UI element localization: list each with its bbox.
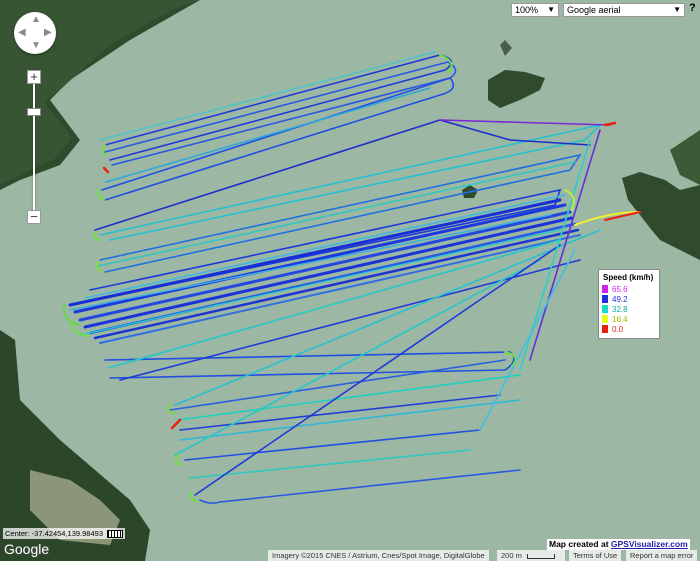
center-coordinates: Center: -37.42454,139.98493 — [3, 528, 126, 539]
zoom-out-button[interactable]: − — [27, 210, 41, 224]
zoom-slider-track[interactable] — [33, 70, 35, 220]
map-layer-select[interactable]: Google aerial ▼ — [563, 3, 685, 17]
chevron-down-icon: ▼ — [673, 5, 681, 14]
scale-bar: 200 m — [497, 550, 565, 561]
imagery-attribution: Imagery ©2015 CNES / Astrium, Cnes/Spot … — [268, 550, 489, 561]
aerial-map[interactable] — [0, 0, 700, 561]
gpsvisualizer-credit: Map created at GPSVisualizer.com — [547, 539, 690, 550]
opacity-select[interactable]: 100% ▼ — [511, 3, 559, 17]
legend-item: 32.8 — [599, 304, 659, 314]
pan-up-icon[interactable]: ▲ — [31, 15, 41, 25]
opacity-select-value: 100% — [515, 5, 539, 15]
gpsvisualizer-link[interactable]: GPSVisualizer.com — [611, 539, 688, 549]
terms-of-use-link[interactable]: Terms of Use — [569, 550, 622, 561]
zoom-in-button[interactable]: + — [27, 70, 41, 84]
speed-legend: Speed (km/h) 65.6 49.2 32.8 16.4 0.0 — [598, 269, 660, 339]
pan-left-icon[interactable]: ◀ — [18, 28, 26, 38]
help-link[interactable]: ? — [689, 2, 696, 14]
chevron-down-icon: ▼ — [547, 5, 555, 14]
google-logo: Google — [4, 541, 50, 557]
legend-title: Speed (km/h) — [603, 273, 654, 282]
zoom-slider-thumb[interactable] — [27, 108, 41, 116]
map-layer-select-value: Google aerial — [567, 5, 621, 15]
legend-item: 49.2 — [599, 294, 659, 304]
pan-down-icon[interactable]: ▼ — [31, 41, 41, 51]
ruler-icon[interactable] — [107, 530, 124, 539]
pan-control[interactable]: ▲ ▼ ◀ ▶ — [14, 12, 56, 54]
pan-right-icon[interactable]: ▶ — [44, 28, 52, 38]
legend-item: 65.6 — [599, 284, 659, 294]
report-map-error-link[interactable]: Report a map error — [626, 550, 698, 561]
legend-item: 0.0 — [599, 324, 659, 334]
legend-item: 16.4 — [599, 314, 659, 324]
